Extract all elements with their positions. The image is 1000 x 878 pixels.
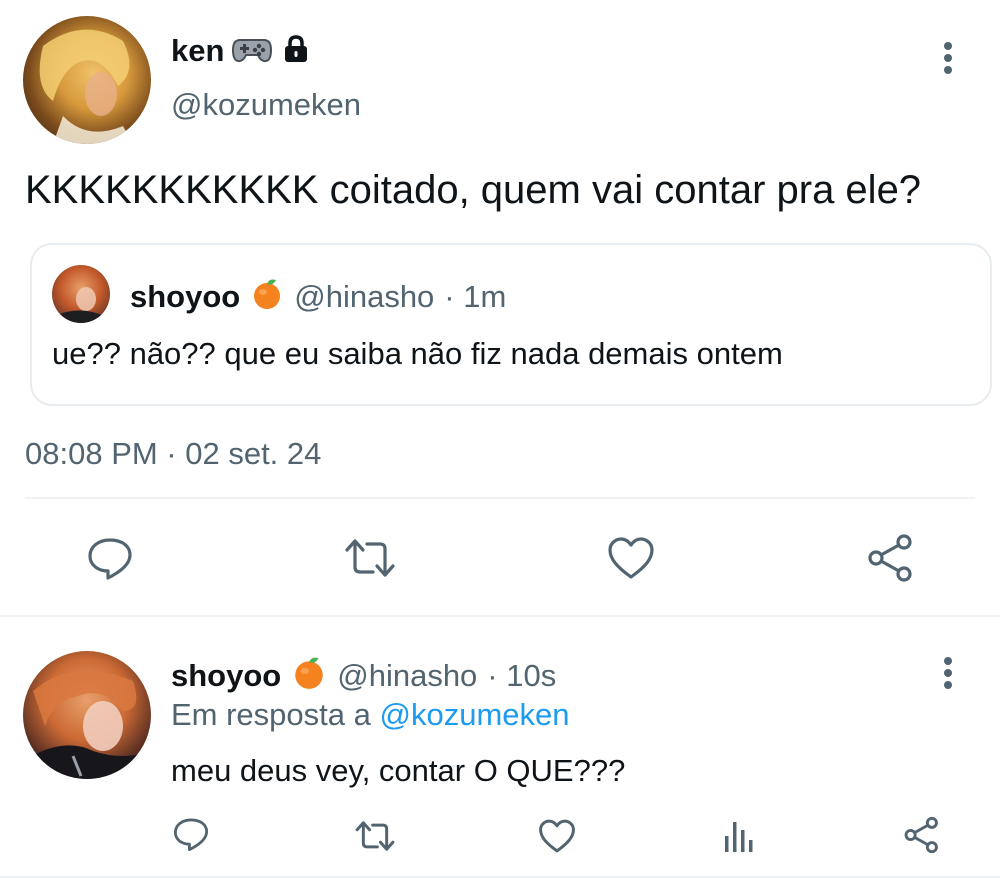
quoted-time: · 1m xyxy=(444,278,507,314)
retweet-icon[interactable] xyxy=(343,535,397,581)
analytics-icon[interactable] xyxy=(722,818,756,854)
author-handle[interactable]: @kozumeken xyxy=(171,87,361,123)
quoted-author-handle: @hinasho xyxy=(294,278,435,314)
more-options-icon[interactable] xyxy=(936,40,960,76)
retweet-icon[interactable] xyxy=(354,818,396,854)
avatar-image xyxy=(23,670,151,779)
avatar-shoyoo[interactable] xyxy=(23,651,151,779)
author-name[interactable]: ken xyxy=(171,33,224,69)
reply-icon[interactable] xyxy=(87,535,133,581)
quoted-tweet-card[interactable]: shoyoo @hinasho · 1m ue?? não?? que eu s… xyxy=(30,243,992,406)
reply-author-name[interactable]: shoyoo xyxy=(171,658,281,694)
reply-context: Em resposta a @kozumeken xyxy=(171,697,570,733)
reply-icon[interactable] xyxy=(173,816,209,852)
quoted-avatar xyxy=(52,265,110,323)
share-icon[interactable] xyxy=(866,533,916,583)
quoted-header: shoyoo @hinasho · 1m xyxy=(130,277,506,316)
reply-prefix: Em resposta a xyxy=(171,697,371,732)
avatar-image xyxy=(39,29,133,144)
reply-time: · 10s xyxy=(487,657,557,693)
main-tweet: ken @kozumeken KKKKKKKKKKK coitado, quem… xyxy=(0,0,1000,615)
reply-author-handle[interactable]: @hinasho xyxy=(337,658,477,694)
tweet-text: KKKKKKKKKKK coitado, quem vai contar pra… xyxy=(25,168,922,212)
reply-text: meu deus vey, contar O QUE??? xyxy=(171,753,626,788)
tangerine-icon xyxy=(291,655,327,696)
avatar-ken[interactable] xyxy=(23,16,151,144)
lock-icon xyxy=(280,33,312,70)
like-icon[interactable] xyxy=(538,818,576,854)
divider xyxy=(25,497,975,499)
gamepad-icon xyxy=(232,34,273,69)
tweet-timestamp[interactable]: 08:08 PM · 02 set. 24 xyxy=(25,436,321,472)
reply-to-link[interactable]: @kozumeken xyxy=(380,697,570,732)
quoted-text: ue?? não?? que eu saiba não fiz nada dem… xyxy=(52,336,783,371)
reply-header: shoyoo @hinasho · 10s xyxy=(171,655,556,696)
quoted-author-name: shoyoo xyxy=(130,278,241,314)
share-icon[interactable] xyxy=(903,816,941,854)
tangerine-icon xyxy=(250,277,284,316)
reply-tweet[interactable]: shoyoo @hinasho · 10s Em resposta a @koz… xyxy=(0,617,1000,878)
author-name-row: ken xyxy=(171,31,312,71)
like-icon[interactable] xyxy=(607,535,655,581)
more-options-icon[interactable] xyxy=(936,655,960,691)
